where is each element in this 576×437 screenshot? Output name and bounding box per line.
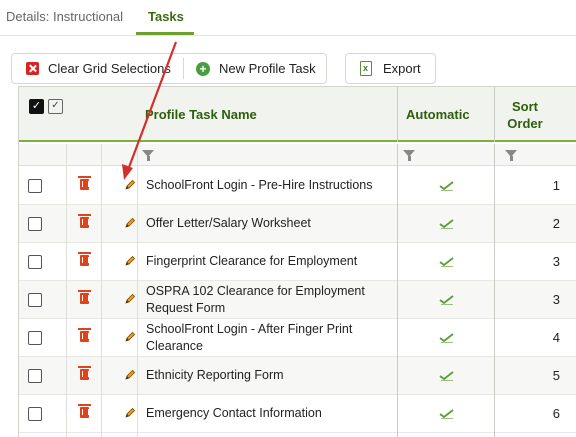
edit-pencil-icon[interactable] <box>124 293 136 305</box>
automatic-check-icon <box>439 219 454 229</box>
column-divider <box>66 144 67 437</box>
column-divider <box>494 144 495 437</box>
table-row: OSPRA 102 Clearance for Employment Reque… <box>19 281 576 319</box>
table-row: SchoolFront Login - After Finger Print C… <box>19 319 576 357</box>
profile-task-name[interactable]: Offer Letter/Salary Worksheet <box>146 215 386 232</box>
column-header-automatic[interactable]: Automatic <box>406 87 470 142</box>
new-profile-task-label: New Profile Task <box>219 61 316 76</box>
profile-task-name[interactable]: Ethnicity Reporting Form <box>146 367 386 384</box>
profile-task-name[interactable]: Fingerprint Clearance for Employment <box>146 253 386 270</box>
column-header-profile-task-name[interactable]: Profile Task Name <box>145 87 257 142</box>
edit-pencil-icon[interactable] <box>124 369 136 381</box>
profile-task-name[interactable]: SchoolFront Login - Pre-Hire Instruction… <box>146 177 386 194</box>
row-checkbox[interactable] <box>28 293 42 307</box>
sort-order-value: 3 <box>552 254 560 269</box>
automatic-check-icon <box>439 409 454 419</box>
row-checkbox[interactable] <box>28 217 42 231</box>
clear-grid-selections-button[interactable]: Clear Grid Selections <box>26 54 171 83</box>
row-checkbox[interactable] <box>28 255 42 269</box>
edit-pencil-icon[interactable] <box>124 255 136 267</box>
sort-order-value: 5 <box>552 368 560 383</box>
automatic-check-icon <box>439 257 454 267</box>
edit-pencil-icon[interactable] <box>124 407 136 419</box>
select-all-checkbox[interactable]: ✓ <box>29 99 44 114</box>
column-header-sort-order[interactable]: Sort Order <box>495 87 555 142</box>
export-button[interactable]: x Export <box>360 54 421 83</box>
delete-icon[interactable] <box>78 214 91 228</box>
profile-task-name[interactable]: SchoolFront Login - After Finger Print C… <box>146 321 386 355</box>
automatic-check-icon <box>439 295 454 305</box>
tab-tasks[interactable]: Tasks <box>148 9 184 24</box>
clear-grid-selections-label: Clear Grid Selections <box>48 61 171 76</box>
new-profile-task-button[interactable]: + New Profile Task <box>196 54 316 83</box>
export-label: Export <box>383 61 421 76</box>
delete-icon[interactable] <box>78 366 91 380</box>
profile-task-name[interactable]: OSPRA 102 Clearance for Employment Reque… <box>146 283 386 317</box>
sort-order-value: 4 <box>552 330 560 345</box>
automatic-check-icon <box>439 181 454 191</box>
add-icon: + <box>196 61 210 76</box>
delete-icon[interactable] <box>78 290 91 304</box>
clear-icon <box>26 62 39 75</box>
edit-pencil-icon[interactable] <box>124 331 136 343</box>
filter-icon[interactable] <box>142 150 154 161</box>
row-checkbox[interactable] <box>28 331 42 345</box>
row-checkbox[interactable] <box>28 407 42 421</box>
select-page-checkbox[interactable]: ✓ <box>48 99 63 114</box>
table-row: Offer Letter/Salary Worksheet 2 <box>19 205 576 243</box>
grid-toolbar: Clear Grid Selections + New Profile Task <box>11 53 327 84</box>
filter-icon[interactable] <box>505 150 517 161</box>
filter-icon[interactable] <box>403 150 415 161</box>
export-toolbar: x Export <box>345 53 436 84</box>
tab-bar: Details: Instructional Tasks <box>0 0 576 36</box>
row-checkbox[interactable] <box>28 369 42 383</box>
row-checkbox[interactable] <box>28 179 42 193</box>
table-row: Emergency Contact Information 6 <box>19 395 576 433</box>
excel-icon: x <box>360 61 372 76</box>
active-tab-indicator <box>136 32 194 35</box>
delete-icon[interactable] <box>78 252 91 266</box>
tab-details-instructional[interactable]: Details: Instructional <box>6 9 123 24</box>
profile-tasks-grid: ✓ ✓ Profile Task Name Automatic Sort Ord… <box>18 86 576 437</box>
automatic-check-icon <box>439 371 454 381</box>
toolbar-divider <box>183 58 184 79</box>
column-divider <box>397 144 398 437</box>
edit-pencil-icon[interactable] <box>124 179 136 191</box>
sort-order-value: 6 <box>552 406 560 421</box>
edit-pencil-icon[interactable] <box>124 217 136 229</box>
column-divider <box>494 87 495 142</box>
filter-row <box>19 144 576 166</box>
grid-header: ✓ ✓ Profile Task Name Automatic Sort Ord… <box>19 87 576 142</box>
sort-order-value: 2 <box>552 216 560 231</box>
column-divider <box>397 87 398 142</box>
column-divider <box>137 144 138 437</box>
sort-order-value: 1 <box>552 178 560 193</box>
profile-task-name[interactable]: Emergency Contact Information <box>146 405 386 422</box>
table-row: Fingerprint Clearance for Employment 3 <box>19 243 576 281</box>
automatic-check-icon <box>439 333 454 343</box>
sort-order-value: 3 <box>552 292 560 307</box>
delete-icon[interactable] <box>78 328 91 342</box>
column-divider <box>101 144 102 437</box>
table-row: SchoolFront Login - Pre-Hire Instruction… <box>19 167 576 205</box>
delete-icon[interactable] <box>78 176 91 190</box>
delete-icon[interactable] <box>78 404 91 418</box>
table-row: Ethnicity Reporting Form 5 <box>19 357 576 395</box>
